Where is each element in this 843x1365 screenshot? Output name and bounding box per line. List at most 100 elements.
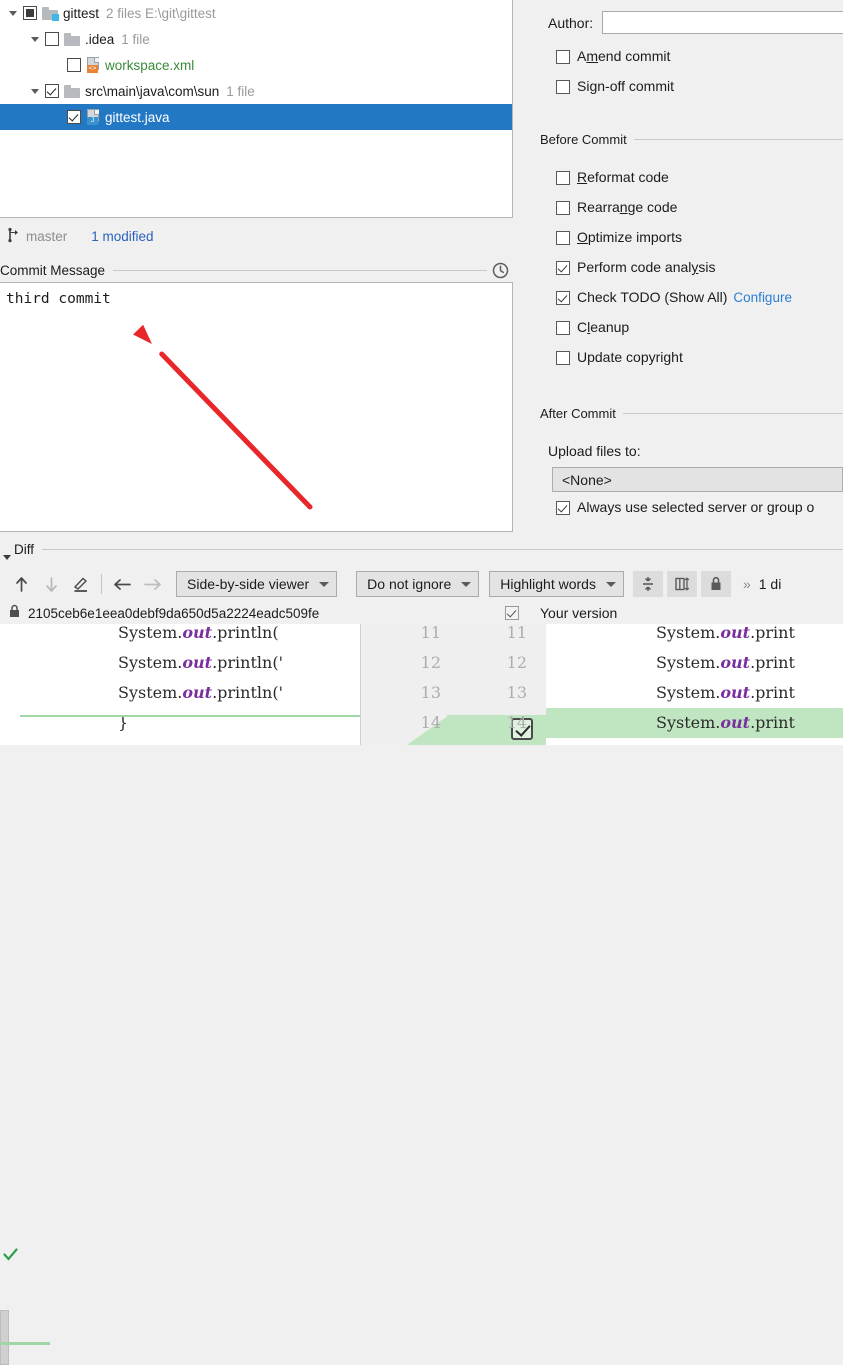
author-label: Author: (548, 14, 594, 31)
diff-pane-right[interactable]: System.out.print System.out.print System.o… (546, 624, 843, 745)
option-checkbox[interactable] (556, 321, 570, 335)
upload-server-select[interactable]: <None> (552, 467, 843, 492)
expand-caret-icon[interactable] (28, 32, 43, 47)
tree-row-label: .idea (85, 31, 115, 47)
lock-icon (8, 604, 21, 622)
clock-icon[interactable] (487, 262, 513, 279)
revision-bar: 2105ceb6e1eea0debf9da650d5a2224eadc509fe… (0, 602, 843, 624)
arrow-down-icon[interactable] (36, 569, 66, 599)
diff-line: System.out.println(' (118, 653, 283, 672)
chevron-down-icon (319, 581, 330, 587)
option-amend-commit[interactable]: Amend commit (556, 48, 670, 64)
tree-row[interactable]: Jgittest.java (0, 104, 512, 130)
toolbar-separator (101, 574, 102, 594)
revision-sha[interactable]: 2105ceb6e1eea0debf9da650d5a2224eadc509fe (28, 606, 319, 621)
tree-row[interactable]: .idea 1 file (0, 26, 512, 52)
branch-name: master (26, 229, 68, 244)
option-check-todo[interactable]: Check TODO (Show All) Configure (556, 289, 792, 305)
arrow-right-icon[interactable] (137, 569, 167, 599)
option-sign-off-commit[interactable]: Sign-off commit (556, 78, 674, 94)
diff-line: System.out.println( (118, 624, 279, 642)
gutter-line-number: 14 (420, 713, 441, 732)
option-label: Cleanup (577, 319, 630, 335)
java-file-icon: J (86, 109, 100, 125)
gutter-line-number: 11 (506, 624, 527, 642)
upload-server-value: <None> (562, 471, 612, 488)
before-commit-divider: Before Commit (540, 132, 843, 147)
viewer-mode-value: Side-by-side viewer (187, 576, 310, 592)
commit-changes-dialog: gittest 2 files E:\git\gittest .idea 1 file… (0, 0, 843, 1365)
option-label: Check TODO (Show All) (577, 289, 728, 305)
arrow-left-icon[interactable] (107, 569, 137, 599)
section-divider (633, 139, 843, 140)
option-checkbox[interactable] (556, 351, 570, 365)
viewer-mode-select[interactable]: Side-by-side viewer (176, 571, 338, 597)
diff-line: } (118, 713, 129, 732)
changed-files-tree[interactable]: gittest 2 files E:\git\gittest .idea 1 file… (0, 0, 513, 218)
option-label: Optimize imports (577, 229, 683, 245)
commit-message-text: third commit (6, 291, 111, 307)
arrow-up-icon[interactable] (6, 569, 36, 599)
highlight-mode-select[interactable]: Highlight words (489, 571, 624, 597)
option-optimize-imports[interactable]: Optimize imports (556, 229, 682, 245)
tree-row-detail: 1 file (226, 83, 255, 99)
diff-section-header[interactable]: Diff (0, 539, 843, 560)
gutter-line-number: 11 (420, 624, 441, 642)
folder-icon (64, 32, 80, 46)
gutter-line-number: 13 (420, 683, 441, 702)
after-commit-divider: After Commit (540, 406, 843, 421)
option-checkbox[interactable] (556, 501, 570, 515)
chevron-double-right-icon[interactable]: » (743, 576, 751, 592)
option-checkbox[interactable] (556, 231, 570, 245)
option-checkbox[interactable] (556, 201, 570, 215)
diff-scrollbar-thumb[interactable] (0, 1310, 9, 1365)
tree-row[interactable]: <> workspace.xml (0, 52, 512, 78)
lock-icon[interactable] (700, 571, 731, 597)
option-rearrange-code[interactable]: Rearrange code (556, 199, 677, 215)
diff-line: System.out.print (656, 624, 795, 642)
modified-count[interactable]: 1 modified (91, 229, 153, 244)
after-commit-title: After Commit (540, 406, 616, 421)
row-checkbox[interactable] (45, 84, 59, 98)
gutter-line-number: 12 (420, 653, 441, 672)
diff-label: Diff (14, 541, 35, 557)
option-checkbox[interactable] (556, 261, 570, 275)
option-checkbox[interactable] (556, 291, 570, 305)
author-field[interactable] (602, 11, 843, 34)
expand-caret-icon[interactable] (6, 6, 21, 21)
option-checkbox[interactable] (556, 50, 570, 64)
tree-row[interactable]: src\main\java\com\sun 1 file (0, 78, 512, 104)
option-perform-code-analysis[interactable]: Perform code analysis (556, 259, 716, 275)
commit-message-label: Commit Message (0, 262, 106, 278)
diff-left-markers (0, 624, 50, 1365)
diff-line: System.out.println(' (118, 683, 283, 702)
folder-icon (64, 84, 80, 98)
tree-row[interactable]: gittest 2 files E:\git\gittest (0, 0, 512, 26)
option-cleanup[interactable]: Cleanup (556, 319, 629, 335)
option-update-copyright[interactable]: Update copyright (556, 349, 683, 365)
tree-row-label: src\main\java\com\sun (85, 83, 220, 99)
diff-pane-left[interactable]: System.out.println( System.out.println(' S… (8, 624, 360, 745)
pencil-icon[interactable] (66, 569, 96, 599)
before-commit-title: Before Commit (540, 132, 627, 147)
row-checkbox[interactable] (67, 58, 81, 72)
option-checkbox[interactable] (556, 171, 570, 185)
configure-link[interactable]: Configure (733, 290, 792, 305)
collapse-unchanged-icon[interactable] (632, 571, 663, 597)
ignore-mode-select[interactable]: Do not ignore (356, 571, 480, 597)
expand-caret-icon[interactable] (28, 84, 43, 99)
option-reformat-code[interactable]: Reformat code (556, 169, 669, 185)
row-checkbox[interactable] (67, 110, 81, 124)
diff-viewer[interactable]: System.out.println( System.out.println(' S… (0, 624, 843, 745)
option-label: Always use selected server or group o (577, 499, 815, 515)
synchronize-scroll-icon[interactable] (666, 571, 697, 597)
tree-row-label: gittest.java (105, 109, 170, 125)
option-checkbox[interactable] (556, 80, 570, 94)
tree-row-detail: 1 file (121, 31, 150, 47)
your-version-checkbox[interactable] (505, 606, 519, 620)
row-checkbox[interactable] (45, 32, 59, 46)
branch-status-bar: master 1 modified (0, 219, 513, 254)
row-checkbox[interactable] (23, 6, 37, 20)
commit-message-input[interactable]: third commit (0, 282, 513, 532)
option-always-use-selected-server[interactable]: Always use selected server or group o (556, 499, 814, 515)
